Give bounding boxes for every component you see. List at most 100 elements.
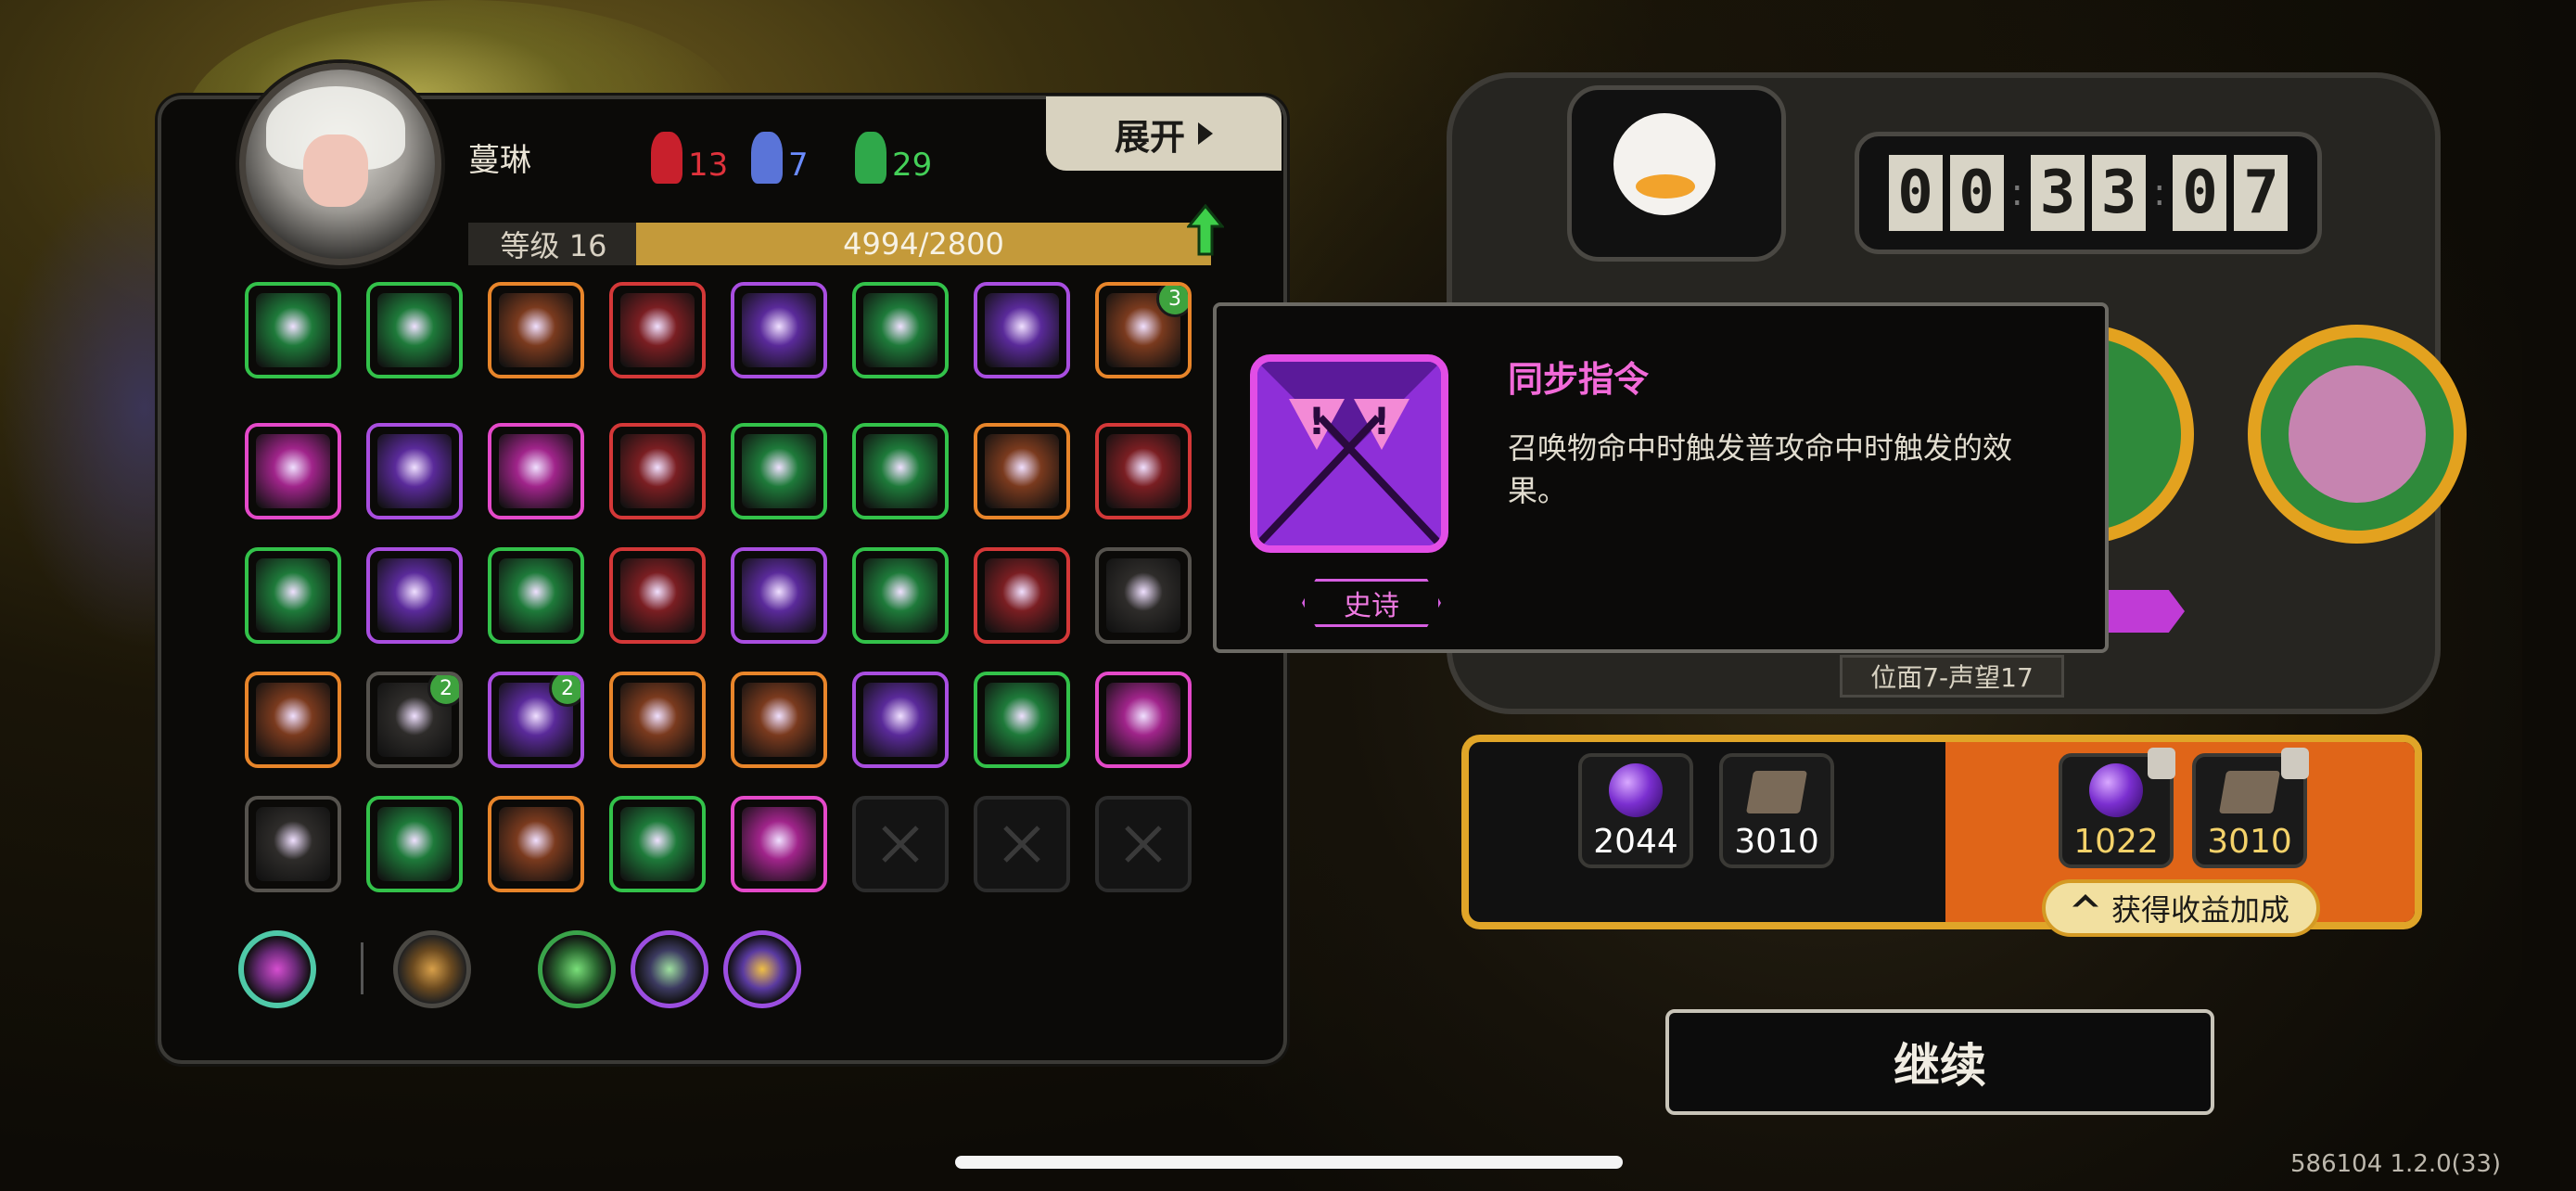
- skill-slot[interactable]: [731, 423, 827, 519]
- skill-slot[interactable]: [245, 423, 341, 519]
- skill-slot[interactable]: [609, 547, 706, 644]
- skill-slot[interactable]: [366, 282, 463, 378]
- skill-slot[interactable]: [1095, 672, 1192, 768]
- get-bonus-button[interactable]: 获得收益加成: [2042, 879, 2320, 937]
- character-avatar[interactable]: [239, 63, 441, 265]
- resource-green-value: 29: [892, 147, 933, 184]
- flower-relic-icon[interactable]: [2248, 325, 2467, 544]
- skill-slot[interactable]: [245, 796, 341, 892]
- timer-digit: 3: [2092, 155, 2146, 231]
- close-icon: [1003, 826, 1040, 863]
- skill-slot[interactable]: [974, 423, 1070, 519]
- skill-slot[interactable]: 2: [488, 672, 584, 768]
- empty-skill-slot: [1095, 796, 1192, 892]
- skill-icon: [863, 558, 937, 633]
- skill-slot[interactable]: [852, 672, 949, 768]
- close-icon: [1125, 826, 1162, 863]
- skill-slot[interactable]: [609, 796, 706, 892]
- gold-rune-icon[interactable]: [723, 930, 801, 1008]
- duck-beak: [1636, 174, 1695, 198]
- close-icon: [882, 826, 919, 863]
- skill-icon: [1106, 558, 1180, 633]
- skill-icon: [620, 434, 695, 508]
- flower-relic-core: [2289, 365, 2426, 503]
- blue-horn-icon: [751, 132, 783, 184]
- skill-slot[interactable]: 3: [1095, 282, 1192, 378]
- skill-slot[interactable]: [488, 423, 584, 519]
- purple-gem-icon: [1609, 763, 1663, 817]
- home-indicator[interactable]: [955, 1156, 1623, 1169]
- skill-slot[interactable]: [488, 796, 584, 892]
- skill-slot[interactable]: [488, 547, 584, 644]
- skill-slot[interactable]: [852, 282, 949, 378]
- skill-icon: [985, 683, 1059, 757]
- continue-button[interactable]: 继续: [1665, 1009, 2214, 1115]
- skill-icon: [1106, 434, 1180, 508]
- red-horn-icon: [651, 132, 682, 184]
- avatar-face: [303, 134, 368, 207]
- reputation-label: 位面7-声望17: [1840, 655, 2064, 698]
- sync-command-skill-icon: ! !: [1250, 354, 1448, 553]
- skill-icon: [742, 807, 816, 881]
- skill-slot[interactable]: [731, 282, 827, 378]
- skill-icon: [742, 434, 816, 508]
- skill-slot[interactable]: [245, 282, 341, 378]
- skill-icon: [256, 558, 330, 633]
- skill-slot[interactable]: [731, 547, 827, 644]
- skill-slot[interactable]: [245, 547, 341, 644]
- skill-slot[interactable]: [852, 547, 949, 644]
- skill-slot[interactable]: [1095, 547, 1192, 644]
- skill-slot[interactable]: [488, 282, 584, 378]
- skill-icon: [256, 293, 330, 367]
- skill-stack-badge: 2: [427, 675, 459, 707]
- expand-button-label: 展开: [1114, 116, 1185, 158]
- reward-book-slot[interactable]: 3010: [1719, 753, 1834, 868]
- purple-gem-icon: [2089, 763, 2143, 817]
- skill-slot[interactable]: [731, 672, 827, 768]
- green-horn-icon: [855, 132, 886, 184]
- skill-slot[interactable]: [366, 423, 463, 519]
- skill-icon: [499, 807, 573, 881]
- get-bonus-label: 获得收益加成: [2111, 892, 2289, 928]
- duck-mascot-icon[interactable]: [1613, 113, 1715, 215]
- resource-red-value: 13: [688, 147, 729, 184]
- timer-colon: :: [2010, 172, 2023, 214]
- skill-slot[interactable]: [609, 672, 706, 768]
- empty-skill-slot: [852, 796, 949, 892]
- skill-slot[interactable]: [609, 423, 706, 519]
- timer-digit: 0: [1888, 155, 1943, 231]
- book-icon: [2218, 771, 2281, 813]
- tool-divider: [361, 942, 363, 994]
- version-label: 586104 1.2.0(33): [2290, 1150, 2502, 1178]
- skill-slot[interactable]: [245, 672, 341, 768]
- skill-slot[interactable]: [974, 672, 1070, 768]
- flask-icon[interactable]: [538, 930, 616, 1008]
- bonus-book-value: 3010: [2207, 823, 2292, 861]
- tooltip-description: 召唤物命中时触发普攻命中时触发的效果。: [1508, 430, 2013, 508]
- skill-slot[interactable]: [366, 547, 463, 644]
- heart-shield-icon[interactable]: [631, 930, 708, 1008]
- skill-slot[interactable]: [974, 547, 1070, 644]
- skill-slot[interactable]: [852, 423, 949, 519]
- skill-slot[interactable]: [1095, 423, 1192, 519]
- run-timer: 0 0 : 3 3 : 0 7: [1855, 132, 2322, 254]
- reward-gem-slot[interactable]: 2044: [1578, 753, 1693, 868]
- skill-icon: [499, 434, 573, 508]
- skill-icon: [620, 807, 695, 881]
- skill-slot[interactable]: 2: [366, 672, 463, 768]
- skill-icon: [742, 683, 816, 757]
- potion-bottle-icon[interactable]: [393, 930, 471, 1008]
- skill-icon: [256, 434, 330, 508]
- skill-slot[interactable]: [731, 796, 827, 892]
- expand-button[interactable]: 展开: [1046, 96, 1282, 171]
- reward-book-value: 3010: [1734, 823, 1819, 861]
- character-bag-icon[interactable]: [238, 930, 316, 1008]
- skill-slot[interactable]: [609, 282, 706, 378]
- skill-icon: [256, 807, 330, 881]
- skill-icon: [256, 683, 330, 757]
- skill-icon: [985, 434, 1059, 508]
- skill-slot[interactable]: [366, 796, 463, 892]
- skill-slot[interactable]: [974, 282, 1070, 378]
- skill-icon: [1106, 683, 1180, 757]
- warning-triangles-icon: ! !: [1257, 362, 1441, 545]
